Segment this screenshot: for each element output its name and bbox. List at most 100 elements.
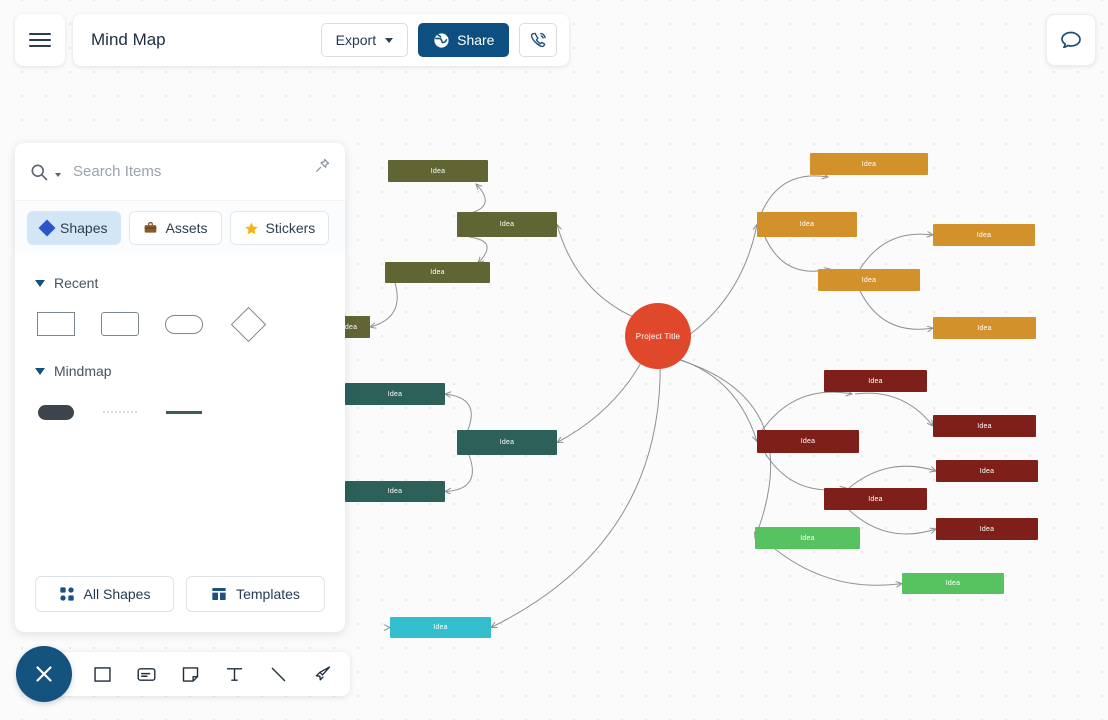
close-button[interactable] bbox=[16, 646, 72, 702]
mindmap-edge bbox=[657, 353, 757, 442]
all-shapes-label: All Shapes bbox=[83, 586, 151, 602]
triangle-down-icon bbox=[35, 367, 45, 375]
mindmap-edge bbox=[859, 234, 933, 270]
templates-button[interactable]: Templates bbox=[186, 576, 325, 612]
shape-diamond[interactable] bbox=[227, 306, 269, 342]
shape-pill[interactable] bbox=[163, 307, 205, 341]
chevron-down-icon bbox=[385, 37, 394, 43]
tab-shapes-label: Shapes bbox=[60, 220, 108, 236]
mindmap-edge bbox=[445, 394, 472, 433]
mindmap-edge bbox=[370, 282, 398, 327]
mindmap-edge bbox=[491, 325, 661, 628]
mindmap-node[interactable]: Idea bbox=[457, 430, 557, 455]
top-bar: Mind Map Export Share bbox=[15, 14, 570, 66]
shape-tool[interactable] bbox=[90, 662, 114, 686]
app-root: Project Title Idea Idea Idea Idea Idea Idea Ide… bbox=[0, 0, 1108, 720]
mindmap-root-node[interactable]: Project Title bbox=[625, 303, 691, 369]
mindmap-edge bbox=[774, 548, 902, 585]
mindmap-edge bbox=[445, 454, 473, 492]
text-tool[interactable] bbox=[222, 662, 246, 686]
mindmap-edge bbox=[859, 290, 933, 329]
mindmap-node[interactable]: Idea bbox=[457, 212, 557, 237]
diamond-icon bbox=[38, 219, 56, 237]
card-tool[interactable] bbox=[134, 662, 158, 686]
hamburger-icon bbox=[29, 33, 51, 35]
mindmap-node[interactable]: Idea bbox=[824, 488, 927, 510]
mindmap-edge bbox=[848, 509, 936, 535]
tab-assets-label: Assets bbox=[165, 220, 208, 236]
close-icon bbox=[36, 666, 52, 682]
mindmap-edge bbox=[764, 452, 846, 490]
mindmap-node[interactable]: Idea bbox=[933, 224, 1035, 246]
line-tool[interactable] bbox=[266, 662, 290, 686]
menu-button[interactable] bbox=[15, 14, 65, 66]
share-button[interactable]: Share bbox=[418, 23, 510, 57]
search-input[interactable] bbox=[65, 163, 331, 180]
mindmap-node[interactable]: Idea bbox=[390, 617, 491, 638]
section-recent[interactable]: Recent bbox=[35, 275, 325, 291]
hamburger-icon bbox=[29, 45, 51, 47]
mindmap-edge bbox=[760, 176, 828, 215]
shape-rounded-rectangle[interactable] bbox=[99, 307, 141, 341]
note-tool[interactable] bbox=[178, 662, 202, 686]
mindmap-node[interactable]: Idea bbox=[902, 573, 1004, 594]
globe-icon bbox=[434, 32, 449, 48]
all-shapes-button[interactable]: All Shapes bbox=[35, 576, 174, 612]
call-button[interactable] bbox=[519, 23, 558, 57]
mindmap-node[interactable]: Idea bbox=[933, 317, 1036, 339]
section-mindmap-label: Mindmap bbox=[54, 363, 112, 379]
shape-rectangle[interactable] bbox=[35, 307, 77, 341]
hamburger-icon bbox=[29, 39, 51, 41]
mindmap-node[interactable]: Idea bbox=[933, 415, 1036, 437]
mindmap-node[interactable]: Idea bbox=[385, 262, 490, 283]
tab-assets[interactable]: Assets bbox=[129, 211, 222, 245]
mindmap-edge bbox=[468, 236, 488, 263]
shape-solid-line[interactable] bbox=[163, 395, 205, 429]
mindmap-node[interactable]: Idea bbox=[824, 370, 927, 392]
export-label: Export bbox=[335, 32, 377, 48]
mindmap-node[interactable]: Idea bbox=[757, 430, 859, 453]
mindmap-shape-row bbox=[35, 395, 325, 429]
mindmap-node[interactable]: Idea bbox=[345, 383, 445, 405]
mindmap-edge bbox=[466, 184, 486, 215]
mindmap-node[interactable]: Idea bbox=[345, 481, 445, 502]
share-label: Share bbox=[457, 32, 495, 48]
star-icon bbox=[244, 222, 258, 234]
pen-tool[interactable] bbox=[310, 662, 334, 686]
tab-stickers[interactable]: Stickers bbox=[229, 211, 330, 245]
shape-filled-pill[interactable] bbox=[35, 395, 77, 429]
mindmap-node[interactable]: Idea bbox=[810, 153, 928, 175]
mindmap-node[interactable]: Idea bbox=[936, 460, 1038, 482]
search-row bbox=[15, 143, 345, 201]
mindmap-edge bbox=[657, 353, 772, 538]
search-icon[interactable] bbox=[29, 162, 49, 182]
mindmap-node[interactable]: Idea bbox=[757, 212, 857, 237]
mindmap-edge bbox=[848, 465, 936, 489]
top-bar-panel: Mind Map Export Share bbox=[73, 14, 570, 66]
templates-label: Templates bbox=[236, 586, 300, 602]
sticky-note-icon bbox=[182, 666, 198, 682]
export-button[interactable]: Export bbox=[320, 23, 409, 57]
diagonal-line-icon bbox=[271, 667, 285, 681]
pen-nib-icon bbox=[315, 665, 330, 680]
phone-ring-icon bbox=[530, 32, 546, 47]
mindmap-edge bbox=[760, 392, 852, 433]
square-icon bbox=[93, 666, 111, 682]
chat-bubble-icon bbox=[1061, 31, 1081, 49]
tab-shapes[interactable]: Shapes bbox=[27, 211, 122, 245]
chat-button[interactable] bbox=[1046, 14, 1096, 66]
shape-dotted-line[interactable] bbox=[99, 395, 141, 429]
mindmap-node[interactable]: Idea bbox=[755, 527, 860, 549]
recent-shape-row bbox=[35, 306, 325, 342]
section-recent-label: Recent bbox=[54, 275, 99, 291]
tab-stickers-label: Stickers bbox=[265, 220, 316, 236]
pin-icon[interactable] bbox=[314, 157, 331, 174]
chevron-down-icon[interactable] bbox=[55, 172, 61, 177]
tool-strip bbox=[58, 652, 350, 696]
section-mindmap[interactable]: Mindmap bbox=[35, 363, 325, 379]
mindmap-edge bbox=[854, 392, 933, 426]
shapes-panel: Shapes Assets Stickers bbox=[15, 143, 345, 632]
mindmap-node[interactable]: Idea bbox=[818, 269, 920, 291]
mindmap-node[interactable]: Idea bbox=[388, 160, 488, 182]
mindmap-node[interactable]: Idea bbox=[936, 518, 1038, 540]
